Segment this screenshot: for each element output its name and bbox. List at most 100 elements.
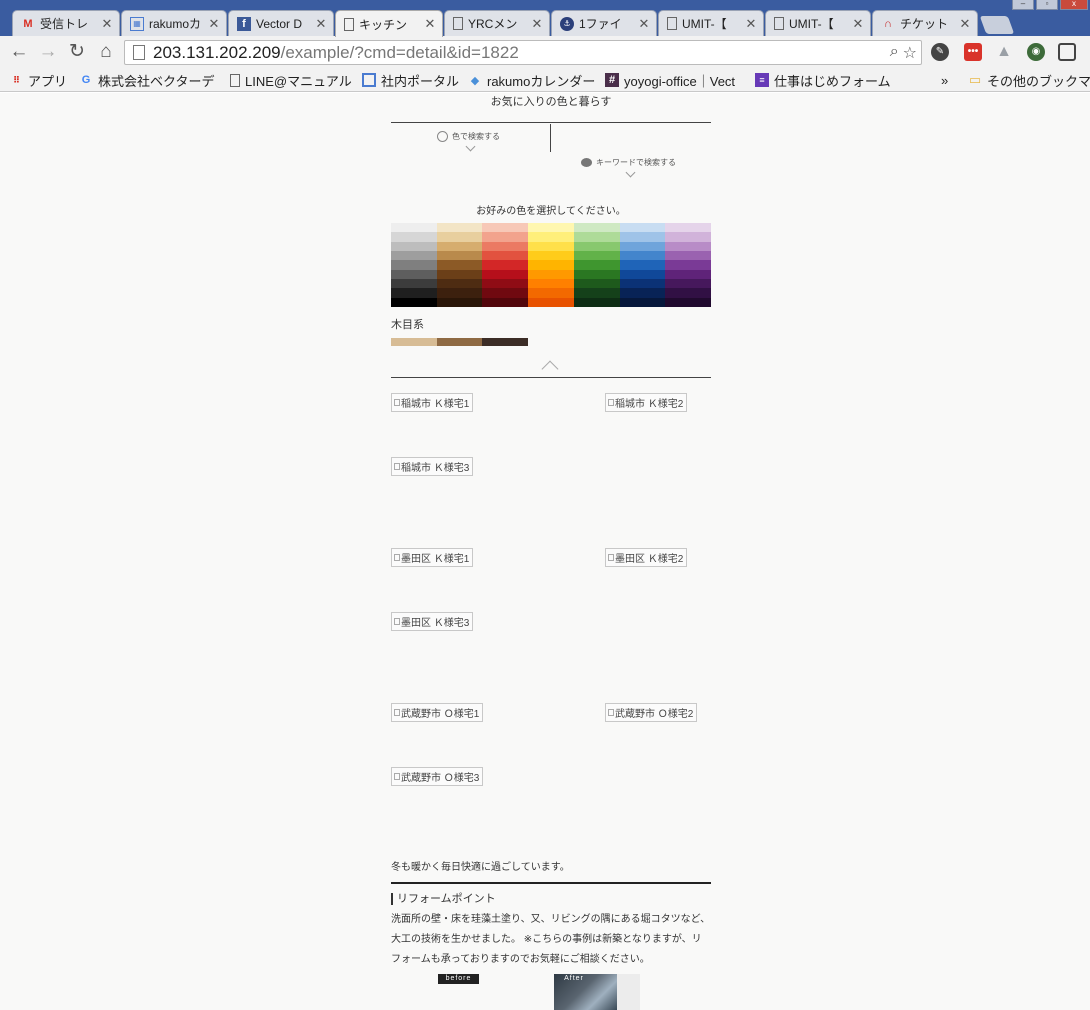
color-swatch[interactable] [573,232,620,242]
close-icon[interactable]: ✕ [315,16,327,32]
close-icon[interactable]: ✕ [959,16,971,32]
chevron-up-icon[interactable] [541,360,559,378]
close-icon[interactable]: ✕ [424,16,436,32]
color-swatch[interactable] [665,297,712,307]
bookmark-yoyogi[interactable]: # yoyogi-office｜Vect [605,71,740,89]
color-swatch[interactable] [436,278,483,289]
back-button[interactable]: ← [8,41,30,63]
forward-button[interactable]: → [37,41,59,63]
gallery-item[interactable]: 武蔵野市 Ｏ様宅2 [605,703,698,722]
evernote-icon[interactable]: ✎ [931,43,949,61]
color-swatch[interactable] [482,250,529,261]
color-swatch[interactable] [528,297,574,307]
cast-icon[interactable] [1058,43,1076,61]
color-swatch[interactable] [528,260,574,270]
color-swatch[interactable] [619,232,666,242]
star-icon[interactable]: ☆ [903,43,917,63]
globe-icon[interactable]: ◉ [1027,43,1045,61]
maximize-button[interactable]: ▫ [1036,0,1058,10]
tab-ticket[interactable]: ∩ チケット ✕ [872,10,978,36]
tab-gmail[interactable]: M 受信トレ ✕ [12,10,120,36]
wood-swatch[interactable] [391,338,437,346]
bookmarks-overflow[interactable]: » [941,71,948,89]
color-swatch[interactable] [573,269,620,279]
color-swatch[interactable] [391,297,437,307]
bookmark-apps[interactable]: ⠿ アプリ [9,71,67,89]
color-swatch[interactable] [573,260,620,270]
gallery-item[interactable]: 武蔵野市 Ｏ様宅1 [391,703,484,722]
gallery-item[interactable]: 墨田区 Ｋ様宅2 [605,548,688,567]
color-swatch[interactable] [528,269,574,279]
color-swatch[interactable] [619,241,666,251]
color-swatch[interactable] [528,278,574,289]
color-swatch[interactable] [665,232,712,242]
tab-color-search[interactable]: 色で検索する [437,131,500,142]
color-swatch[interactable] [391,278,437,289]
color-swatch[interactable] [665,269,712,279]
color-swatch[interactable] [528,232,574,242]
bookmark-rakumo[interactable]: ◆ rakumoカレンダー [468,71,596,89]
color-swatch[interactable] [436,232,483,242]
color-swatch[interactable] [619,260,666,270]
color-swatch[interactable] [391,232,437,242]
color-swatch[interactable] [482,288,529,298]
color-swatch[interactable] [436,269,483,279]
color-swatch[interactable] [619,223,666,233]
color-swatch[interactable] [665,223,712,233]
color-swatch[interactable] [391,260,437,270]
close-icon[interactable]: ✕ [101,16,113,32]
bookmark-other[interactable]: ▭ その他のブックマー [968,71,1090,89]
close-icon[interactable]: ✕ [208,16,220,32]
gallery-item[interactable]: 稲城市 Ｋ様宅3 [391,457,474,476]
color-swatch[interactable] [391,288,437,298]
tab-umit-1[interactable]: UMIT-【 ✕ [658,10,764,36]
color-swatch[interactable] [619,297,666,307]
tab-file[interactable]: ⚓ 1ファイ ✕ [551,10,657,36]
gallery-item[interactable]: 墨田区 Ｋ様宅3 [391,612,474,631]
color-swatch[interactable] [528,223,574,233]
color-swatch[interactable] [482,269,529,279]
reload-button[interactable]: ↻ [66,41,88,63]
wood-swatch[interactable] [482,338,529,346]
tab-rakumo[interactable]: ▦ rakumoカ ✕ [121,10,227,36]
bookmark-form[interactable]: ≡ 仕事はじめフォーム [755,71,891,89]
address-bar[interactable]: 203.131.202.209/example/?cmd=detail&id=1… [124,40,922,65]
bookmark-portal[interactable]: 社内ポータル [362,71,459,89]
wood-swatch[interactable] [436,338,483,346]
gallery-item[interactable]: 墨田区 Ｋ様宅1 [391,548,474,567]
home-button[interactable]: ⌂ [95,41,117,63]
color-swatch[interactable] [528,288,574,298]
color-swatch[interactable] [619,278,666,289]
tab-umit-2[interactable]: UMIT-【 ✕ [765,10,871,36]
color-swatch[interactable] [665,241,712,251]
color-swatch[interactable] [436,288,483,298]
tab-keyword-search[interactable]: キーワードで検索する [581,157,676,168]
close-icon[interactable]: ✕ [852,16,864,32]
color-swatch[interactable] [482,223,529,233]
gallery-item[interactable]: 武蔵野市 Ｏ様宅3 [391,767,484,786]
close-icon[interactable]: ✕ [638,16,650,32]
bookmark-line[interactable]: LINE@マニュアル [230,71,352,89]
color-swatch[interactable] [391,269,437,279]
gallery-item[interactable]: 稲城市 Ｋ様宅1 [391,393,474,412]
tab-yrc[interactable]: YRCメン ✕ [444,10,550,36]
color-swatch[interactable] [436,250,483,261]
new-tab-button[interactable] [979,16,1015,34]
color-swatch[interactable] [665,288,712,298]
color-swatch[interactable] [528,250,574,261]
color-swatch[interactable] [573,288,620,298]
close-icon[interactable]: ✕ [531,16,543,32]
color-swatch[interactable] [482,260,529,270]
minimize-button[interactable]: – [1012,0,1034,10]
color-swatch[interactable] [436,297,483,307]
color-swatch[interactable] [436,223,483,233]
drive-icon[interactable]: ▲ [995,43,1013,61]
bookmark-vector[interactable]: G 株式会社ベクターデ [79,71,215,89]
tab-kitchen[interactable]: キッチン ✕ [335,10,443,37]
color-swatch[interactable] [482,278,529,289]
color-swatch[interactable] [573,223,620,233]
color-swatch[interactable] [482,241,529,251]
tab-facebook[interactable]: f Vector D ✕ [228,10,334,36]
color-swatch[interactable] [665,260,712,270]
color-swatch[interactable] [391,241,437,251]
